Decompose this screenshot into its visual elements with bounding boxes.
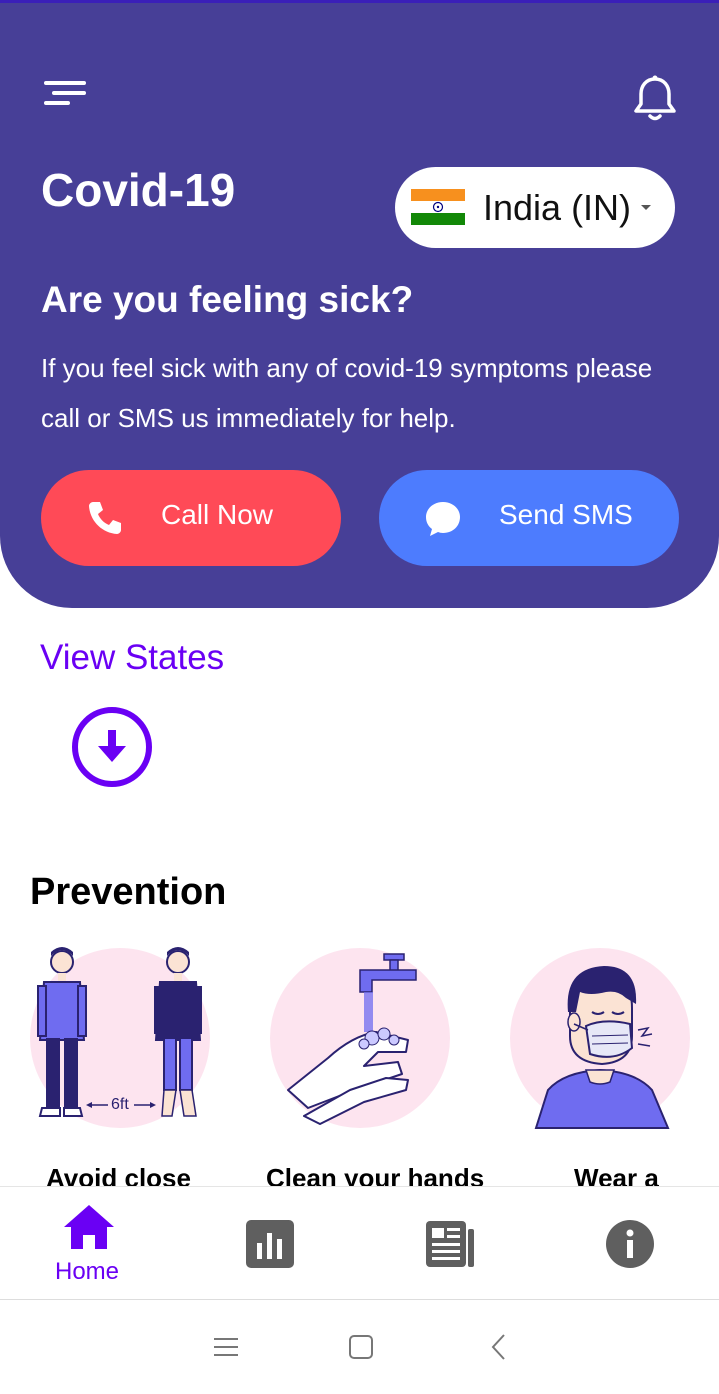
nav-item-stats[interactable] — [220, 1201, 320, 1291]
send-sms-button[interactable]: Send SMS — [379, 470, 679, 566]
prevention-card-distance[interactable]: 6ft — [20, 940, 230, 1140]
nav-item-news[interactable] — [400, 1201, 500, 1291]
country-selected-value: India (IN) — [483, 187, 632, 228]
nav-item-info[interactable] — [580, 1201, 680, 1291]
system-back-button[interactable] — [482, 1330, 516, 1364]
sick-description: If you feel sick with any of covid-19 sy… — [41, 353, 653, 433]
square-icon — [349, 1335, 373, 1359]
country-dropdown[interactable]: India (IN) — [395, 167, 675, 248]
news-icon — [426, 1221, 474, 1267]
prevention-caption-distance: Avoid close — [46, 1163, 191, 1187]
home-icon — [64, 1205, 114, 1249]
hand-washing-illustration — [270, 948, 450, 1128]
bell-icon — [634, 75, 676, 121]
recent-apps-button[interactable] — [209, 1330, 243, 1364]
menu-button[interactable] — [42, 81, 88, 107]
notification-button[interactable] — [630, 73, 680, 125]
phone-icon — [89, 502, 121, 534]
menu-icon — [44, 81, 86, 105]
expand-states-button[interactable] — [71, 706, 153, 788]
prevention-card-mask[interactable] — [508, 940, 719, 1140]
face-mask-illustration — [510, 948, 690, 1129]
chevron-down-icon — [641, 205, 651, 210]
call-now-button[interactable]: Call Now — [41, 470, 341, 566]
app-title: Covid-19 — [41, 164, 236, 216]
info-icon — [606, 1220, 654, 1268]
prevention-caption-mask: Wear a — [574, 1163, 659, 1187]
send-sms-label: Send SMS — [499, 499, 633, 530]
distance-label: 6ft — [111, 1096, 129, 1113]
prevention-card-hands[interactable] — [268, 940, 458, 1140]
prevention-caption-hands: Clean your hands — [266, 1163, 485, 1187]
india-flag-icon — [411, 189, 465, 225]
system-home-button[interactable] — [344, 1330, 378, 1364]
call-now-label: Call Now — [161, 499, 274, 530]
arrow-down-circle-icon — [72, 707, 152, 787]
hero-panel: Covid-19 India (IN) Are you feeling sick… — [0, 3, 719, 608]
sick-title: Are you feeling sick? — [41, 279, 414, 320]
prevention-title: Prevention — [30, 871, 227, 913]
view-states-link[interactable]: View States — [40, 638, 224, 678]
back-chevron-icon — [491, 1334, 505, 1360]
recent-apps-icon — [214, 1338, 238, 1356]
chat-bubble-icon — [426, 502, 460, 536]
bar-chart-icon — [246, 1220, 294, 1268]
nav-home-label: Home — [55, 1258, 120, 1285]
